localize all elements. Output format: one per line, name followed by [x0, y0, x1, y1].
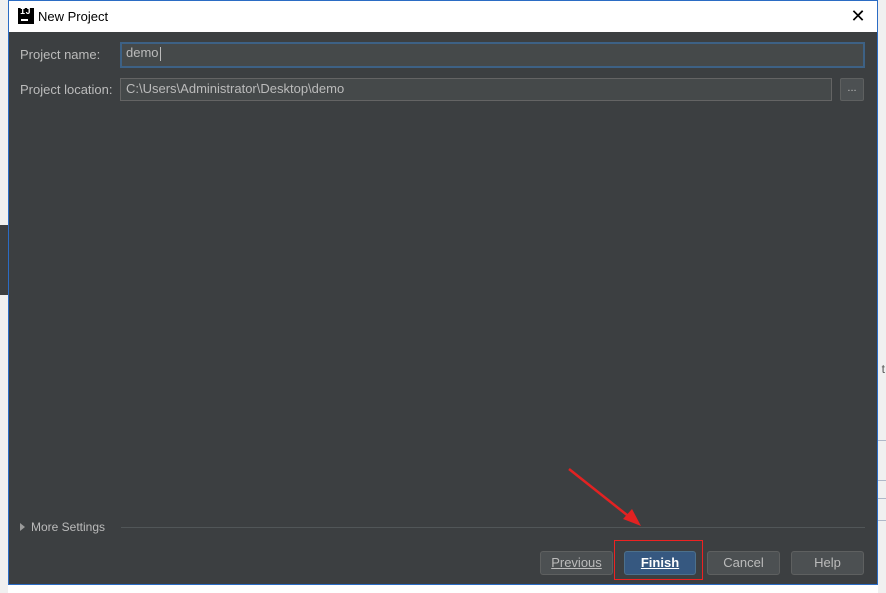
close-icon[interactable]: ✕: [847, 5, 869, 27]
expand-triangle-icon: [20, 523, 25, 531]
project-name-label: Project name:: [20, 47, 101, 62]
background-right-strip: [878, 0, 886, 593]
project-name-value: demo: [126, 45, 159, 60]
previous-button-label: Previous: [551, 555, 602, 570]
background-left-strip: [0, 0, 8, 593]
background-left-dark-panel: [0, 225, 8, 295]
project-name-input[interactable]: demo: [120, 42, 865, 68]
previous-button[interactable]: Previous: [540, 551, 613, 575]
background-right-text: t: [881, 362, 885, 376]
new-project-dialog: IJ New Project ✕ Project name: demo Proj…: [8, 0, 878, 585]
more-settings-label: More Settings: [31, 520, 106, 534]
dialog-titlebar[interactable]: IJ New Project ✕: [9, 1, 877, 32]
intellij-app-icon: IJ: [18, 8, 34, 24]
browse-button[interactable]: ...: [840, 78, 864, 101]
text-caret: [159, 46, 161, 61]
annotation-highlight-box: [614, 540, 703, 580]
more-settings-toggle[interactable]: More Settings: [20, 520, 105, 534]
project-location-label: Project location:: [20, 82, 113, 97]
help-button[interactable]: Help: [791, 551, 864, 575]
project-location-input[interactable]: C:\Users\Administrator\Desktop\demo: [120, 78, 832, 101]
dialog-title: New Project: [38, 9, 109, 24]
settings-separator: [121, 527, 865, 528]
cancel-button[interactable]: Cancel: [707, 551, 780, 575]
